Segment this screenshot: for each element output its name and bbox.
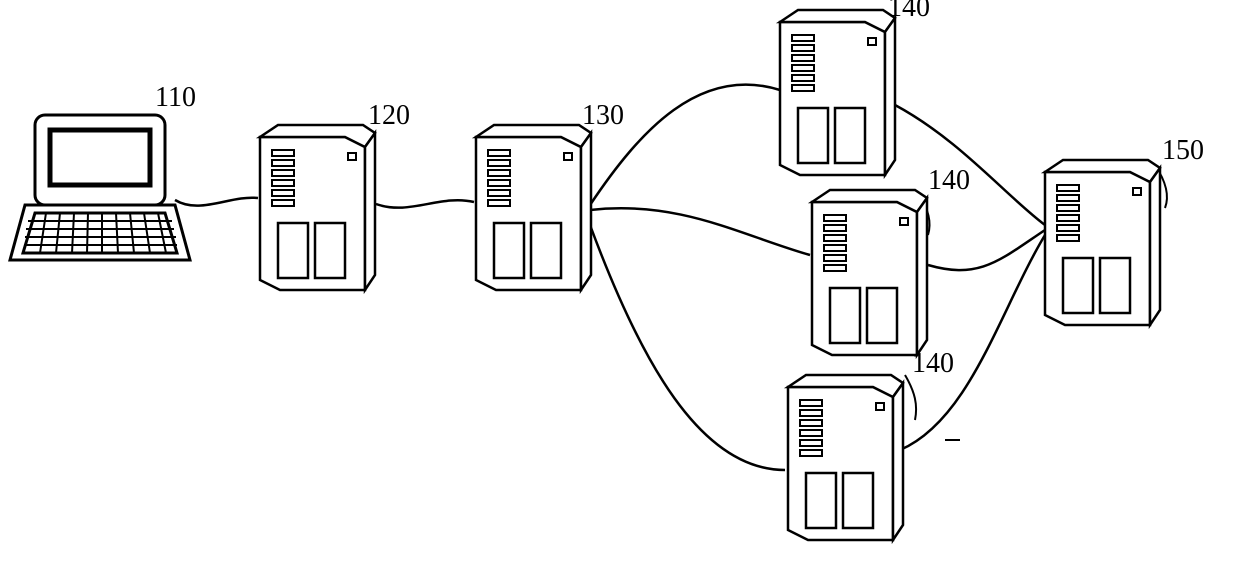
diagram-canvas: 110 120 130 140 140 140 150 (0, 0, 1240, 561)
stray-mark (0, 0, 1240, 561)
